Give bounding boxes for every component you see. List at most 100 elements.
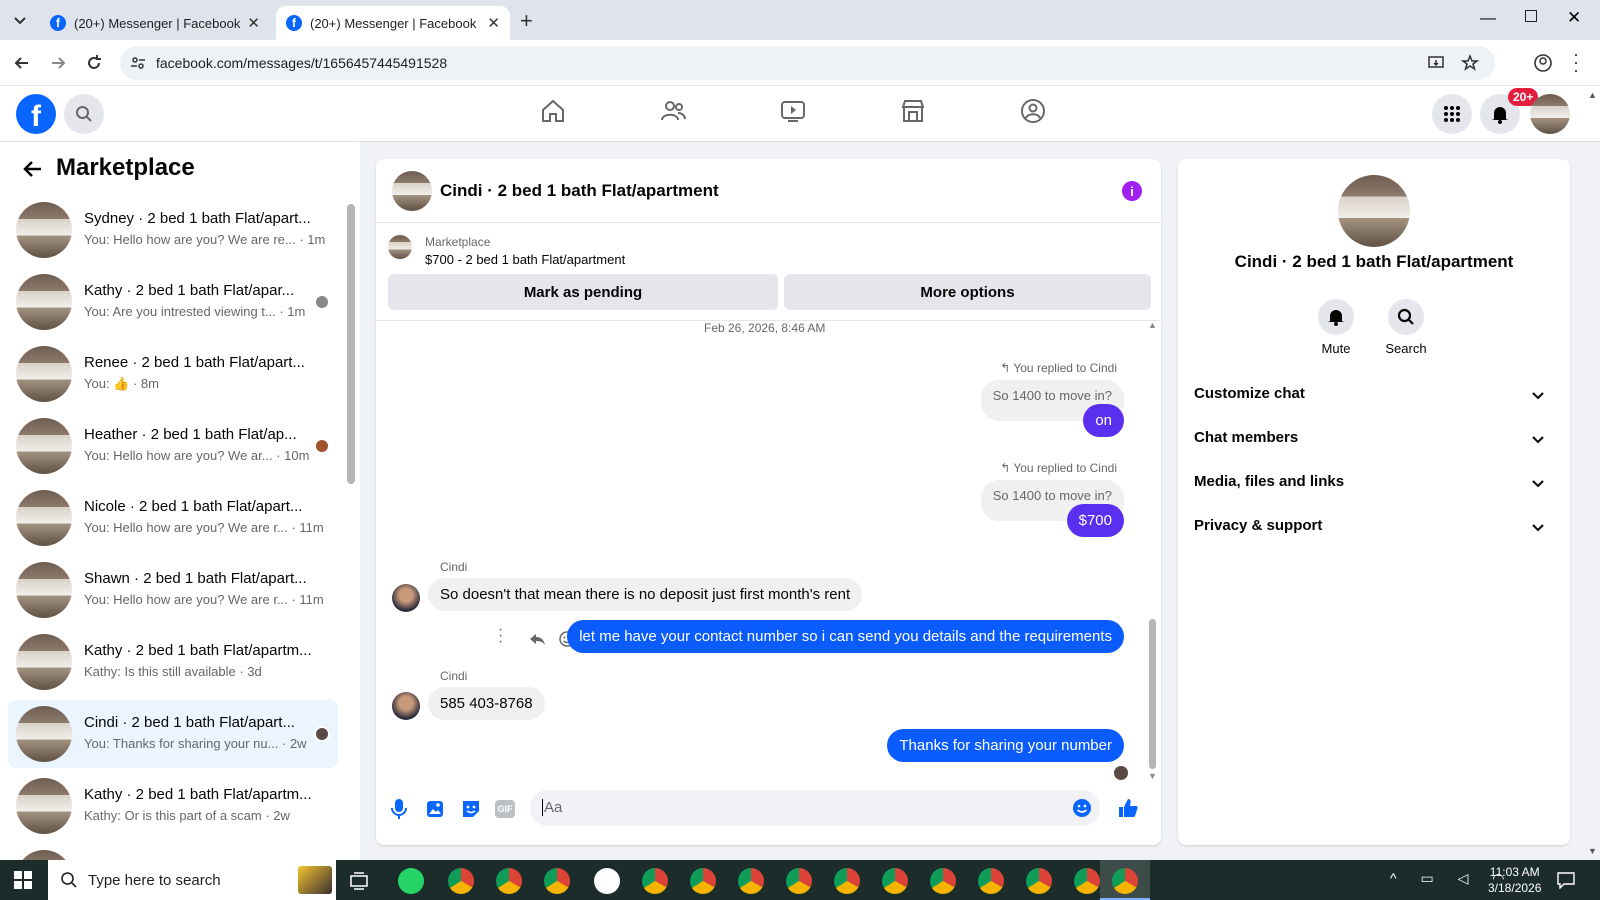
chrome-icon[interactable]: [690, 868, 716, 894]
listing-avatar: [16, 202, 72, 258]
groups-icon[interactable]: [1020, 98, 1046, 124]
minimize-window-icon[interactable]: —: [1480, 10, 1496, 28]
chrome-icon[interactable]: [1026, 868, 1052, 894]
chrome-icon[interactable]: [738, 868, 764, 894]
conversation-item-partial[interactable]: [8, 844, 338, 860]
tab-list-dropdown[interactable]: [10, 10, 30, 30]
privacy-support-section[interactable]: Privacy & support: [1194, 517, 1554, 534]
windows-start-icon[interactable]: [14, 871, 32, 889]
chrome-icon[interactable]: [448, 868, 474, 894]
close-tab-icon[interactable]: ✕: [247, 14, 260, 32]
close-tab-icon[interactable]: ✕: [487, 14, 500, 32]
browser-tab-active[interactable]: f (20+) Messenger | Facebook ✕: [276, 6, 510, 40]
sidebar-scrollbar[interactable]: [347, 204, 355, 484]
task-view-icon[interactable]: [350, 872, 368, 890]
conversation-item-active[interactable]: Cindi · 2 bed 1 bath Flat/apart... You: …: [8, 700, 338, 768]
chrome-icon[interactable]: [978, 868, 1004, 894]
sticker-icon[interactable]: [460, 798, 482, 820]
facebook-search-button[interactable]: [64, 94, 104, 134]
close-window-icon[interactable]: ✕: [1567, 8, 1581, 28]
home-icon[interactable]: [540, 98, 566, 124]
account-avatar[interactable]: [1530, 94, 1570, 134]
listing-thumbnail[interactable]: [388, 235, 412, 259]
conversation-item[interactable]: Sydney · 2 bed 1 bath Flat/apart... You:…: [8, 196, 338, 264]
browser-menu-icon[interactable]: · · ·: [1573, 45, 1579, 79]
reply-icon[interactable]: [528, 630, 546, 648]
chat-scroll-up[interactable]: ▲: [1148, 320, 1157, 330]
browser-tab[interactable]: f (20+) Messenger | Facebook ✕: [40, 6, 270, 40]
page-scroll-up[interactable]: ▲: [1588, 90, 1597, 100]
listing-title[interactable]: $700 - 2 bed 1 bath Flat/apartment: [425, 252, 625, 267]
install-app-icon[interactable]: [1427, 54, 1445, 72]
chat-avatar[interactable]: [392, 171, 432, 211]
conversation-preview: You: Hello how are you? We ar... · 10m: [84, 448, 310, 463]
reload-icon[interactable]: [84, 53, 104, 73]
restore-window-icon[interactable]: [1525, 10, 1537, 22]
conversation-item[interactable]: Kathy · 2 bed 1 bath Flat/apar... You: A…: [8, 268, 338, 336]
conversation-info-icon[interactable]: i: [1122, 181, 1142, 201]
taskbar-search-box[interactable]: Type here to search: [48, 860, 336, 900]
friends-icon[interactable]: [660, 98, 686, 124]
facebook-favicon-icon: f: [286, 15, 302, 31]
seen-avatar: [314, 294, 330, 310]
back-arrow-icon[interactable]: [12, 53, 32, 73]
site-info-icon[interactable]: [130, 55, 146, 71]
microphone-icon[interactable]: [390, 798, 408, 820]
chrome-icon[interactable]: [1074, 868, 1100, 894]
menu-button[interactable]: [1432, 94, 1472, 134]
chrome-icon[interactable]: [496, 868, 522, 894]
bookmark-star-icon[interactable]: [1461, 54, 1479, 72]
outgoing-message[interactable]: Thanks for sharing your number: [887, 729, 1124, 762]
profile-icon[interactable]: [1533, 53, 1553, 73]
windows-taskbar: Type here to search ^ ▭ ◁ ◠ 11:03 AM 3/1…: [0, 860, 1600, 900]
chrome-icon[interactable]: [882, 868, 908, 894]
whatsapp-icon[interactable]: [398, 868, 424, 894]
message-input[interactable]: Aa: [530, 790, 1100, 826]
chrome-icon[interactable]: [786, 868, 812, 894]
new-tab-button[interactable]: +: [520, 8, 533, 34]
chat-title[interactable]: Cindi · 2 bed 1 bath Flat/apartment: [440, 181, 719, 201]
outgoing-message[interactable]: on: [1083, 404, 1124, 437]
listing-avatar: [16, 346, 72, 402]
profile-avatar[interactable]: [1338, 175, 1410, 247]
mute-button[interactable]: Mute: [1312, 299, 1360, 356]
marketplace-icon[interactable]: [900, 98, 926, 124]
customize-chat-section[interactable]: Customize chat: [1194, 385, 1554, 402]
search-in-conversation-button[interactable]: Search: [1380, 299, 1432, 356]
conversation-item[interactable]: Nicole · 2 bed 1 bath Flat/apart... You:…: [8, 484, 338, 552]
chrome-icon[interactable]: [930, 868, 956, 894]
back-arrow-icon[interactable]: [22, 158, 44, 180]
forward-arrow-icon[interactable]: [48, 53, 68, 73]
chat-members-section[interactable]: Chat members: [1194, 429, 1554, 446]
facebook-logo[interactable]: f: [16, 94, 56, 134]
chrome-icon[interactable]: [834, 868, 860, 894]
page-scroll-down[interactable]: ▼: [1588, 846, 1597, 856]
incoming-message[interactable]: 585 403-8768: [428, 687, 545, 720]
app-icon[interactable]: [594, 868, 620, 894]
active-app-highlight[interactable]: [1100, 860, 1150, 900]
incoming-message[interactable]: So doesn't that mean there is no deposit…: [428, 578, 863, 611]
chat-scrollbar[interactable]: [1149, 619, 1156, 769]
thumbs-up-icon[interactable]: [1116, 796, 1140, 820]
conversation-item[interactable]: Heather · 2 bed 1 bath Flat/ap... You: H…: [8, 412, 338, 480]
gif-icon[interactable]: GIF: [495, 800, 515, 818]
video-icon[interactable]: [780, 98, 806, 124]
emoji-icon[interactable]: [1072, 798, 1092, 818]
mark-pending-button[interactable]: Mark as pending: [388, 274, 778, 310]
conversation-item[interactable]: Shawn · 2 bed 1 bath Flat/apart... You: …: [8, 556, 338, 624]
url-bar[interactable]: facebook.com/messages/t/1656457445491528: [120, 46, 1495, 80]
notification-center-icon[interactable]: [1556, 871, 1576, 889]
photo-icon[interactable]: [424, 798, 446, 820]
chrome-icon[interactable]: [642, 868, 668, 894]
conversation-item[interactable]: Renee · 2 bed 1 bath Flat/apart... You: …: [8, 340, 338, 408]
clock[interactable]: 11:03 AM 3/18/2026: [1488, 864, 1541, 896]
outgoing-message[interactable]: $700: [1066, 504, 1124, 537]
more-options-button[interactable]: More options: [784, 274, 1151, 310]
chrome-icon[interactable]: [544, 868, 570, 894]
more-actions-icon[interactable]: · · ·: [498, 622, 503, 650]
conversation-item[interactable]: Kathy · 2 bed 1 bath Flat/apartm... Kath…: [8, 628, 338, 696]
section-label: Chat members: [1194, 429, 1299, 446]
outgoing-message[interactable]: let me have your contact number so i can…: [567, 620, 1124, 653]
media-files-links-section[interactable]: Media, files and links: [1194, 473, 1554, 490]
conversation-item[interactable]: Kathy · 2 bed 1 bath Flat/apartm... Kath…: [8, 772, 338, 840]
